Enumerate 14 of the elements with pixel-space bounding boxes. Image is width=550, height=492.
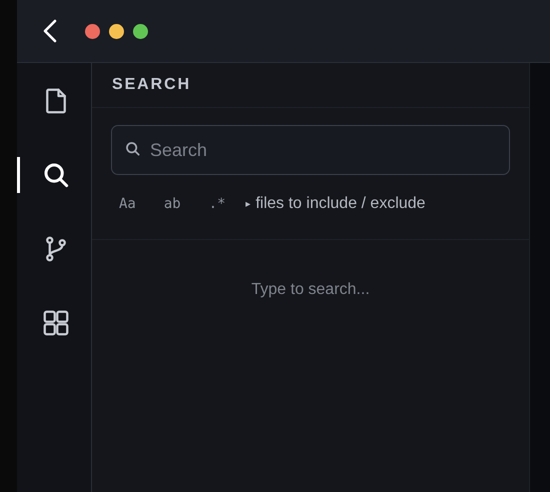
grid-icon	[40, 308, 70, 338]
search-field[interactable]: Search	[111, 125, 510, 175]
back-icon	[41, 18, 59, 44]
search-option-toggle[interactable]: Aa	[111, 192, 144, 216]
empty-message: Type to search...	[251, 280, 370, 300]
panel-title: SEARCH	[112, 75, 192, 95]
search-option-toggle[interactable]: ab	[156, 192, 189, 216]
search-option-toggle[interactable]: .*	[200, 192, 234, 216]
files-include-exclude-toggle[interactable]: ▸ files to include / exclude	[246, 192, 426, 216]
close-window-button[interactable]	[85, 24, 100, 38]
back-button[interactable]	[41, 18, 59, 44]
minimize-window-button[interactable]	[109, 24, 124, 38]
search-icon	[125, 141, 141, 157]
maximize-window-button[interactable]	[133, 24, 148, 38]
